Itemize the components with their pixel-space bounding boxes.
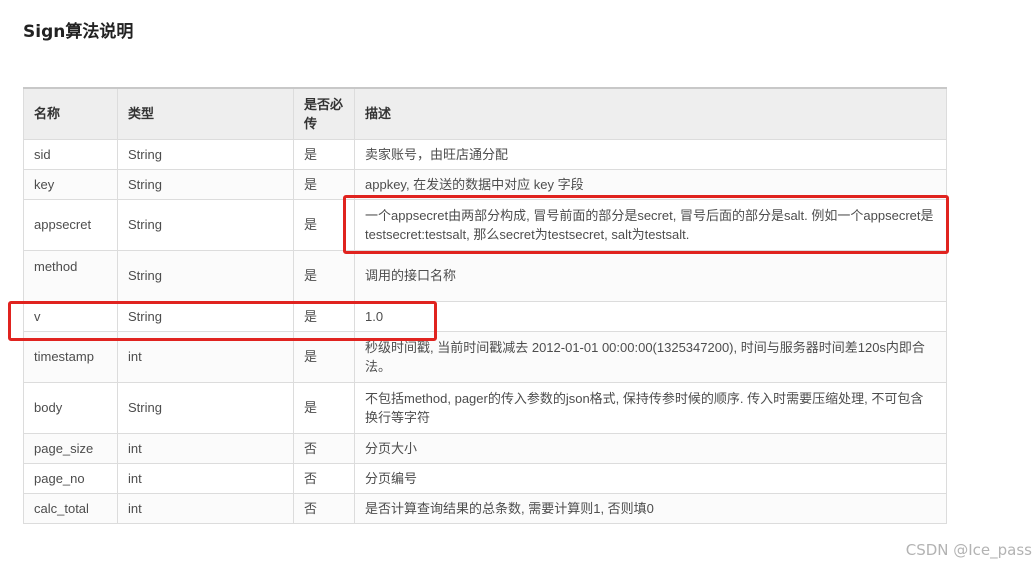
cell-name: sid	[23, 138, 118, 170]
table-row: page_size int 否 分页大小	[23, 432, 947, 464]
cell-desc: 调用的接口名称	[354, 249, 947, 302]
table-row: sid String 是 卖家账号，由旺店通分配	[23, 138, 947, 170]
page-title: Sign算法说明	[23, 22, 134, 42]
cell-desc: 分页大小	[354, 432, 947, 464]
cell-desc: 分页编号	[354, 462, 947, 494]
cell-name: calc_total	[23, 492, 118, 524]
header-name: 名称	[23, 87, 118, 140]
cell-name: body	[23, 381, 118, 434]
cell-required: 是	[293, 381, 355, 434]
cell-required: 否	[293, 462, 355, 494]
highlight-box-version	[8, 301, 437, 341]
cell-type: int	[117, 492, 294, 524]
watermark: CSDN @Ice_pass	[905, 541, 1032, 559]
header-type: 类型	[117, 87, 294, 140]
header-desc: 描述	[354, 87, 947, 140]
table-header: 名称 类型 是否必传 描述	[23, 87, 947, 140]
cell-type: int	[117, 462, 294, 494]
highlight-box-appsecret	[343, 195, 949, 254]
table-row: page_no int 否 分页编号	[23, 462, 947, 494]
cell-type: int	[117, 432, 294, 464]
header-row: 名称 类型 是否必传 描述	[23, 87, 947, 140]
cell-name: method	[23, 249, 118, 302]
table-row: method String 是 调用的接口名称	[23, 249, 947, 302]
table-row: calc_total int 否 是否计算查询结果的总条数, 需要计算则1, 否…	[23, 492, 947, 524]
cell-desc: 1.0	[354, 300, 947, 332]
cell-type: String	[117, 138, 294, 170]
cell-required: 否	[293, 492, 355, 524]
cell-required: 否	[293, 432, 355, 464]
cell-desc: 秒级时间戳, 当前时间戳减去 2012-01-01 00:00:00(13253…	[354, 330, 947, 383]
cell-desc: 不包括method, pager的传入参数的json格式, 保持传参时候的顺序.…	[354, 381, 947, 434]
cell-type: String	[117, 381, 294, 434]
cell-type: String	[117, 168, 294, 200]
cell-desc: 卖家账号，由旺店通分配	[354, 138, 947, 170]
cell-name: key	[23, 168, 118, 200]
cell-desc: 是否计算查询结果的总条数, 需要计算则1, 否则填0	[354, 492, 947, 524]
cell-name: page_no	[23, 462, 118, 494]
table-row: body String 是 不包括method, pager的传入参数的json…	[23, 381, 947, 434]
cell-name: page_size	[23, 432, 118, 464]
cell-type: String	[117, 249, 294, 302]
cell-required: 是	[293, 138, 355, 170]
cell-type: String	[117, 198, 294, 251]
cell-required: 是	[293, 249, 355, 302]
header-required: 是否必传	[293, 87, 355, 140]
cell-name: appsecret	[23, 198, 118, 251]
